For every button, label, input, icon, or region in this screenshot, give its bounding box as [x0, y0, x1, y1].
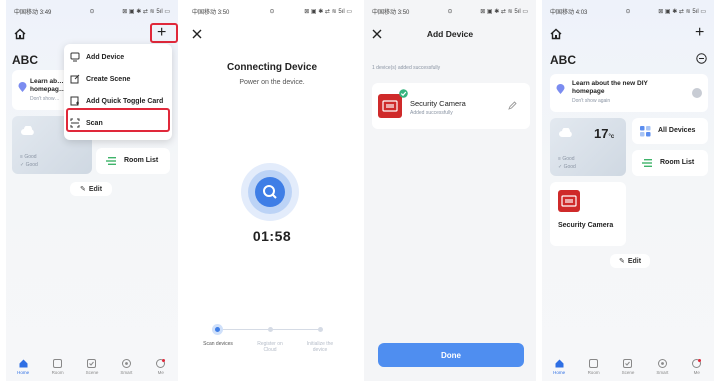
- plus-highlight: [150, 23, 178, 43]
- scene-edit-icon: [70, 74, 80, 84]
- page-title: Add Device: [426, 29, 474, 39]
- bottom-nav: Home Room Scene Smart Me: [6, 355, 178, 381]
- close-icon[interactable]: [192, 29, 202, 39]
- device-icon: [70, 52, 80, 62]
- device-card[interactable]: Security Camera Added successfully: [372, 83, 530, 129]
- home-title: ABC: [550, 53, 576, 67]
- step-dot-2: [268, 327, 273, 332]
- search-spinner: [241, 163, 299, 221]
- menu-item-add-quick-toggle[interactable]: Add Quick Toggle Card: [70, 94, 163, 108]
- signal-icon: ⊙: [269, 8, 275, 15]
- add-plus-button[interactable]: +: [695, 25, 704, 41]
- room-list-card[interactable]: Room List: [96, 148, 170, 174]
- scene-icon: [87, 359, 97, 368]
- step-label-1: Scan devices: [203, 341, 233, 347]
- step-label-3: Initialize the device: [306, 341, 334, 353]
- nav-me[interactable]: Me: [684, 359, 710, 375]
- cloud-icon: [21, 126, 34, 135]
- list-icon: [106, 157, 116, 165]
- connecting-subtitle: Power on the device.: [239, 79, 305, 86]
- step-dot-3: [318, 327, 323, 332]
- status-bar: 中国移动 4:03 ⊙ ⊠ ▣ ✱ ⇄ ≋ 5ıl ▭: [550, 8, 706, 16]
- signal-icon: ⊙: [447, 8, 453, 15]
- screen-add-device: 中国移动 3:50 ⊙ ⊠ ▣ ✱ ⇄ ≋ 5ıl ▭ Add Device 1…: [364, 0, 536, 381]
- nav-home[interactable]: Home: [10, 359, 36, 375]
- pencil-icon[interactable]: [508, 101, 517, 110]
- nav-home[interactable]: Home: [546, 359, 572, 375]
- countdown-timer: 01:58: [252, 228, 292, 244]
- nav-room[interactable]: Room: [45, 359, 71, 375]
- home-icon[interactable]: [550, 28, 562, 40]
- list-icon: [642, 159, 652, 167]
- security-camera-card[interactable]: Security Camera: [550, 182, 626, 246]
- pencil-icon: ✎: [79, 186, 86, 193]
- room-list-card[interactable]: Room List: [632, 150, 708, 176]
- device-status: Added successfully: [410, 110, 453, 116]
- edit-button[interactable]: ✎ Edit: [70, 182, 112, 196]
- all-devices-card[interactable]: All Devices: [632, 118, 708, 144]
- toggle-card-icon: [70, 96, 79, 106]
- room-icon: [589, 359, 599, 368]
- bottom-nav: Home Room Scene Smart Me: [542, 355, 714, 381]
- nav-scene[interactable]: Scene: [615, 359, 641, 375]
- me-icon: [692, 359, 702, 368]
- home-title: ABC: [12, 53, 38, 67]
- cloud-icon: [559, 128, 572, 137]
- status-bar: 中国移动 3:50 ⊙ ⊠ ▣ ✱ ⇄ ≋ 5ıl ▭: [192, 8, 352, 16]
- status-bar: 中国移动 3:49 ⊙ ⊠ ▣ ✱ ⇄ ≋ 5ıl ▭: [14, 8, 170, 16]
- nav-scene[interactable]: Scene: [79, 359, 105, 375]
- screen-connecting: 中国移动 3:50 ⊙ ⊠ ▣ ✱ ⇄ ≋ 5ıl ▭ Connecting D…: [184, 0, 360, 381]
- more-options-icon[interactable]: [696, 53, 707, 64]
- menu-item-add-device[interactable]: Add Device: [70, 50, 124, 64]
- status-bar: 中国移动 3:50 ⊙ ⊠ ▣ ✱ ⇄ ≋ 5ıl ▭: [372, 8, 528, 16]
- me-icon: [156, 359, 166, 368]
- smart-icon: [121, 359, 131, 368]
- connecting-title: Connecting Device: [226, 62, 318, 73]
- diy-promo-card[interactable]: Learn about the new DIY homepage Don't s…: [550, 74, 708, 112]
- edit-button[interactable]: ✎ Edit: [610, 254, 650, 268]
- room-icon: [53, 359, 63, 368]
- step-label-2: Register on Cloud: [257, 341, 283, 353]
- home-icon[interactable]: [14, 28, 26, 40]
- camera-icon: [558, 190, 580, 212]
- diy-promo-card[interactable]: Learn ab… homepag… Don't show…: [12, 70, 72, 110]
- weather-card[interactable]: 17°c ≡ Good ✓ Good: [550, 118, 626, 176]
- added-count-text: 1 device(s) added successfully: [372, 65, 441, 71]
- pencil-icon: ✎: [618, 258, 625, 265]
- nav-room[interactable]: Room: [581, 359, 607, 375]
- nav-me[interactable]: Me: [148, 359, 174, 375]
- grid-icon: [640, 126, 651, 137]
- signal-icon: ⊙: [89, 8, 95, 15]
- smart-icon: [657, 359, 667, 368]
- pin-icon: [18, 82, 27, 92]
- check-badge-icon: [399, 89, 408, 98]
- home-icon: [19, 359, 28, 368]
- signal-icon: ⊙: [625, 8, 631, 15]
- nav-smart[interactable]: Smart: [649, 359, 675, 375]
- screen-home-after: 中国移动 4:03 ⊙ ⊠ ▣ ✱ ⇄ ≋ 5ıl ▭ + ABC Learn …: [542, 0, 714, 381]
- scan-highlight: [66, 108, 170, 132]
- dismiss-toggle[interactable]: [692, 88, 702, 98]
- done-button[interactable]: Done: [378, 343, 524, 367]
- pin-icon: [556, 84, 565, 94]
- nav-smart[interactable]: Smart: [113, 359, 139, 375]
- screen-home-menu: 中国移动 3:49 ⊙ ⊠ ▣ ✱ ⇄ ≋ 5ıl ▭ + ABC Learn …: [6, 0, 178, 381]
- scene-icon: [623, 359, 633, 368]
- device-name: Security Camera: [410, 99, 466, 108]
- menu-item-create-scene[interactable]: Create Scene: [70, 72, 130, 86]
- home-icon: [555, 359, 564, 368]
